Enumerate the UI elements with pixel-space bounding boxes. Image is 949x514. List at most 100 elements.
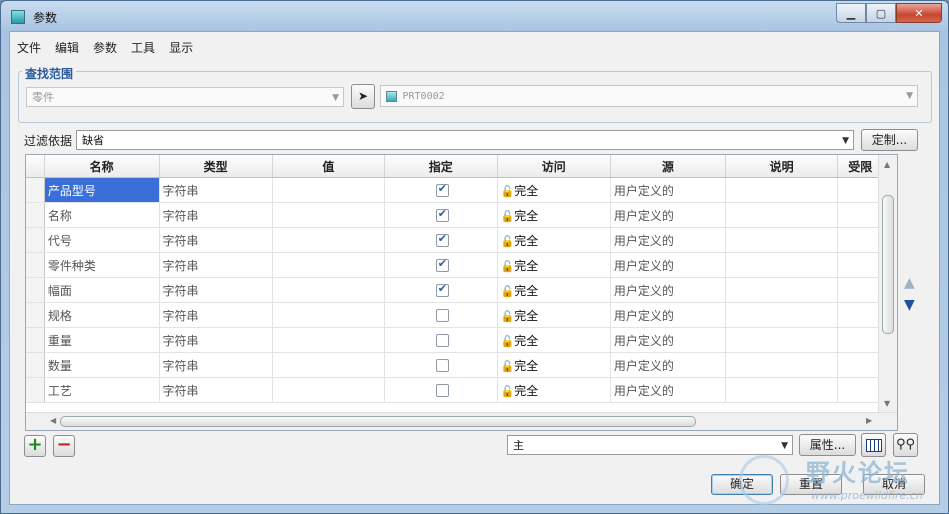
- designated-checkbox[interactable]: [435, 282, 449, 297]
- source-cell[interactable]: 用户定义的: [610, 202, 726, 228]
- scroll-left-icon[interactable]: ◀: [50, 416, 56, 425]
- name-cell[interactable]: 零件种类: [44, 252, 160, 278]
- table-row[interactable]: 零件种类字符串 🔓完全用户定义的: [26, 252, 897, 278]
- scroll-right-icon[interactable]: ▶: [866, 416, 872, 425]
- designated-checkbox[interactable]: [435, 257, 449, 272]
- access-cell[interactable]: 🔓完全: [497, 277, 611, 303]
- designated-cell[interactable]: [384, 327, 498, 353]
- value-cell[interactable]: [272, 202, 386, 228]
- name-cell[interactable]: 数量: [44, 352, 160, 378]
- select-pointer-button[interactable]: ➤: [351, 84, 375, 109]
- access-cell[interactable]: 🔓完全: [497, 302, 611, 328]
- description-cell[interactable]: [725, 302, 839, 328]
- designated-cell[interactable]: [384, 202, 498, 228]
- move-up-icon[interactable]: ▲: [904, 275, 915, 291]
- type-cell[interactable]: 字符串: [159, 377, 273, 403]
- name-cell[interactable]: 重量: [44, 327, 160, 353]
- designated-checkbox[interactable]: [435, 334, 449, 347]
- type-cell[interactable]: 字符串: [159, 352, 273, 378]
- horizontal-scroll-thumb[interactable]: [60, 416, 696, 427]
- value-cell[interactable]: [272, 252, 386, 278]
- table-row[interactable]: 代号字符串🔓完全用户定义的: [26, 227, 897, 253]
- value-cell[interactable]: [272, 327, 386, 353]
- designated-checkbox[interactable]: [435, 359, 449, 372]
- source-cell[interactable]: 用户定义的: [610, 327, 726, 353]
- add-parameter-button[interactable]: +: [24, 435, 46, 457]
- table-row[interactable]: 规格 字符串 🔓完全 用户定义的: [26, 302, 897, 328]
- menu-edit[interactable]: 编辑: [48, 36, 86, 58]
- table-row[interactable]: 重量 字符串 🔓完全 用户定义的: [26, 327, 897, 353]
- name-cell[interactable]: 工艺: [44, 377, 160, 403]
- type-cell[interactable]: 字符串: [159, 227, 273, 253]
- maximize-button[interactable]: ▢: [866, 3, 896, 23]
- name-cell[interactable]: 幅面: [44, 277, 160, 303]
- access-cell[interactable]: 🔓完全: [497, 352, 611, 378]
- name-cell[interactable]: 代号: [44, 227, 160, 253]
- close-button[interactable]: ✕: [896, 3, 942, 23]
- source-cell[interactable]: 用户定义的: [610, 177, 726, 203]
- move-down-icon[interactable]: ▼: [904, 297, 915, 313]
- name-cell[interactable]: 产品型号: [44, 177, 160, 203]
- designated-cell[interactable]: [384, 177, 498, 203]
- horizontal-scrollbar[interactable]: ◀ ▶: [26, 412, 897, 430]
- name-cell[interactable]: 名称: [44, 202, 160, 228]
- table-row[interactable]: 幅面字符串 🔓完全用户定义的: [26, 277, 897, 303]
- value-cell[interactable]: [272, 302, 386, 328]
- type-cell[interactable]: 字符串: [159, 252, 273, 278]
- access-cell[interactable]: 🔓完全: [497, 202, 611, 228]
- source-cell[interactable]: 用户定义的: [610, 252, 726, 278]
- type-cell[interactable]: 字符串: [159, 277, 273, 303]
- access-cell[interactable]: 🔓完全: [497, 327, 611, 353]
- type-cell[interactable]: 字符串: [159, 302, 273, 328]
- description-cell[interactable]: [725, 177, 839, 203]
- description-cell[interactable]: [725, 327, 839, 353]
- scope-object-select[interactable]: PRT0002 ▼: [380, 85, 918, 107]
- customize-button[interactable]: 定制...: [861, 129, 918, 151]
- type-cell[interactable]: 字符串: [159, 327, 273, 353]
- designated-checkbox[interactable]: [435, 207, 449, 222]
- source-cell[interactable]: 用户定义的: [610, 227, 726, 253]
- designated-cell[interactable]: [384, 252, 498, 278]
- scope-type-select[interactable]: 零件 ▼: [26, 87, 344, 107]
- table-row[interactable]: 产品型号字符串🔓完全用户定义的: [26, 177, 897, 203]
- description-cell[interactable]: [725, 202, 839, 228]
- source-cell[interactable]: 用户定义的: [610, 277, 726, 303]
- filter-select[interactable]: 缺省 ▼: [76, 130, 854, 150]
- menu-file[interactable]: 文件: [10, 36, 48, 58]
- column-header[interactable]: 指定: [384, 155, 498, 178]
- source-cell[interactable]: 用户定义的: [610, 352, 726, 378]
- designated-cell[interactable]: [384, 227, 498, 253]
- description-cell[interactable]: [725, 352, 839, 378]
- description-cell[interactable]: [725, 277, 839, 303]
- scroll-down-icon[interactable]: ▼: [884, 399, 890, 408]
- value-cell[interactable]: [272, 352, 386, 378]
- column-header[interactable]: 访问: [497, 155, 611, 178]
- designated-cell[interactable]: [384, 352, 498, 378]
- designated-checkbox[interactable]: [435, 309, 449, 322]
- type-cell[interactable]: 字符串: [159, 202, 273, 228]
- designated-cell[interactable]: [384, 302, 498, 328]
- designated-checkbox[interactable]: [435, 384, 449, 397]
- source-cell[interactable]: 用户定义的: [610, 377, 726, 403]
- menu-parameters[interactable]: 参数: [86, 36, 124, 58]
- table-row[interactable]: 数量 字符串 🔓完全 用户定义的: [26, 352, 897, 378]
- column-header[interactable]: 源: [610, 155, 726, 178]
- scroll-up-icon[interactable]: ▲: [884, 160, 890, 169]
- value-cell[interactable]: [272, 377, 386, 403]
- designated-cell[interactable]: [384, 377, 498, 403]
- designated-cell[interactable]: [384, 277, 498, 303]
- description-cell[interactable]: [725, 227, 839, 253]
- access-cell[interactable]: 🔓完全: [497, 177, 611, 203]
- designated-checkbox[interactable]: [435, 182, 449, 197]
- description-cell[interactable]: [725, 377, 839, 403]
- column-header[interactable]: 值: [272, 155, 386, 178]
- vertical-scroll-thumb[interactable]: [882, 195, 894, 334]
- menu-tools[interactable]: 工具: [124, 36, 162, 58]
- vertical-scrollbar[interactable]: ▲ ▼: [878, 155, 897, 412]
- source-cell[interactable]: 用户定义的: [610, 302, 726, 328]
- access-cell[interactable]: 🔓完全: [497, 252, 611, 278]
- remove-parameter-button[interactable]: −: [53, 435, 75, 457]
- column-header[interactable]: 说明: [725, 155, 839, 178]
- designated-checkbox[interactable]: [435, 232, 449, 247]
- name-cell[interactable]: 规格: [44, 302, 160, 328]
